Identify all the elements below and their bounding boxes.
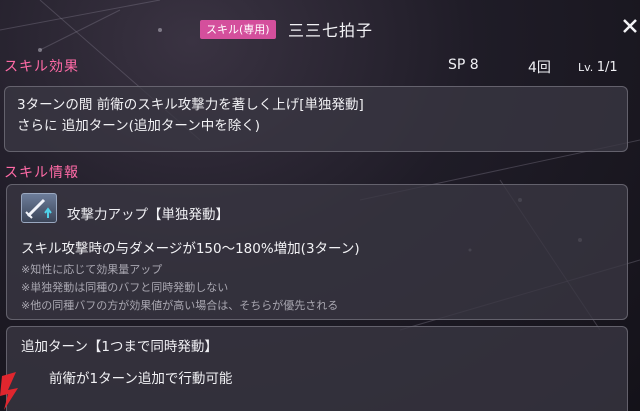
skill-type-badge: スキル(専用) [200, 20, 276, 39]
sword-up-icon [25, 198, 52, 219]
section-title-info: スキル情報 [4, 165, 79, 181]
buff-note: ※単独発動は同種のバフと同時発動しない [21, 281, 229, 294]
skill-level-label: Lv. [578, 61, 594, 74]
extra-turn-description: 前衛が1ターン追加で行動可能 [49, 371, 233, 387]
close-icon[interactable] [620, 14, 640, 44]
buff-description: スキル攻撃時の与ダメージが150～180%増加(3ターン) [21, 241, 360, 257]
buff-note: ※他の同種バフの方が効果値が高い場合は、そちらが優先される [21, 299, 339, 312]
effect-line: 3ターンの間 前衛のスキル攻撃力を著しく上げ[単独発動] [17, 97, 364, 113]
skill-effect-panel: 3ターンの間 前衛のスキル攻撃力を著しく上げ[単独発動] さらに 追加ターン(追… [4, 86, 628, 152]
extra-turn-title: 追加ターン【1つまで同時発動】 [21, 339, 218, 355]
section-title-effect: スキル効果 [4, 59, 79, 75]
watermark-logo [0, 372, 18, 410]
buff-note: ※知性に応じて効果量アップ [21, 263, 163, 276]
skill-info-item: 追加ターン【1つまで同時発動】 前衛が1ターン追加で行動可能 [6, 326, 628, 411]
skill-header: スキル(専用) 三三七拍子 [0, 0, 640, 46]
attack-up-icon-frame [21, 193, 57, 223]
effect-line: さらに 追加ターン(追加ターン中を除く) [17, 118, 260, 134]
skill-name: 三三七拍子 [288, 21, 374, 40]
sp-cost: SP 8 [448, 57, 479, 73]
skill-info-item: 攻撃力アップ【単独発動】 スキル攻撃時の与ダメージが150～180%増加(3ター… [6, 184, 628, 320]
skill-level: Lv. 1/1 [578, 60, 618, 78]
skill-level-value: 1/1 [596, 60, 618, 75]
use-count: 4回 [528, 60, 551, 76]
buff-title: 攻撃力アップ【単独発動】 [67, 207, 229, 223]
